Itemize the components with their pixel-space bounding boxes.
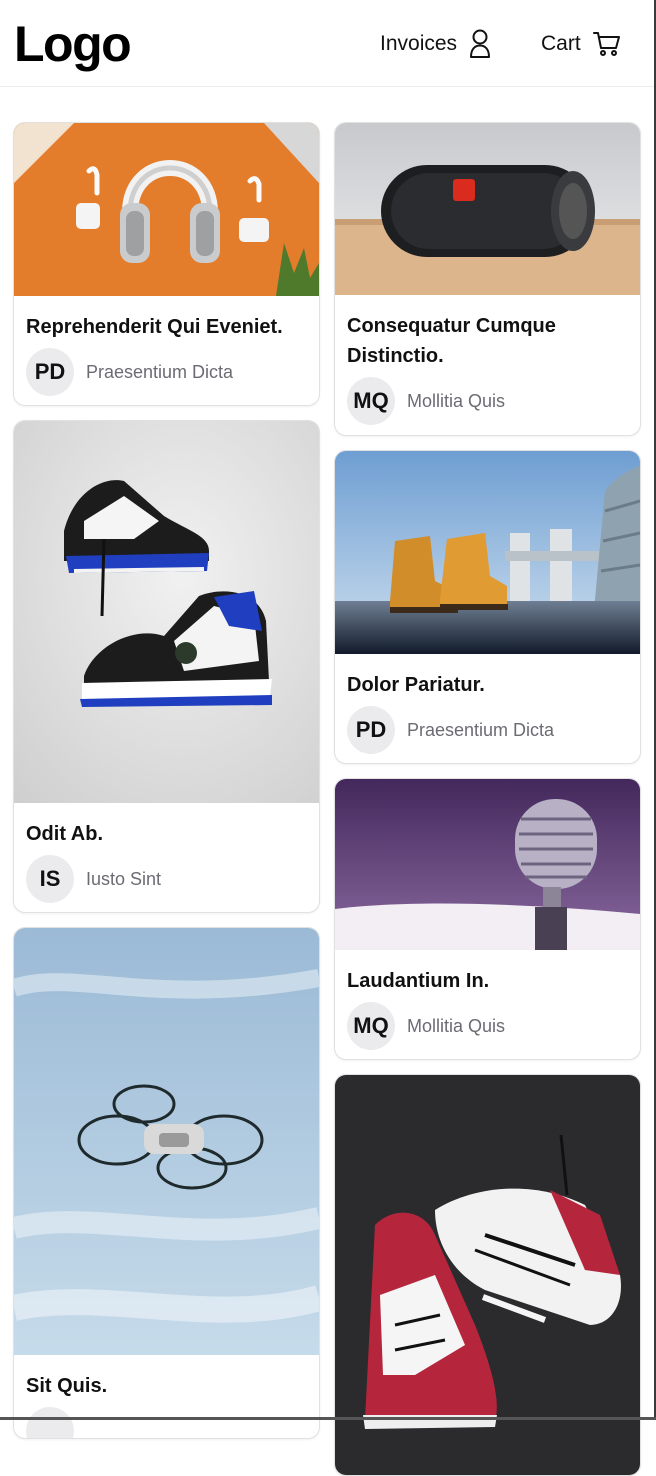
avatar[interactable] bbox=[26, 1407, 74, 1438]
product-title[interactable]: Consequatur Cumque Distinctio. bbox=[347, 311, 628, 371]
product-card[interactable]: Consequatur Cumque Distinctio. MQ Mollit… bbox=[334, 122, 641, 436]
avatar[interactable]: PD bbox=[26, 348, 74, 396]
author-name[interactable]: Mollitia Quis bbox=[407, 1016, 505, 1037]
product-card[interactable]: Reprehenderit Qui Eveniet. PD Praesentiu… bbox=[13, 122, 320, 406]
avatar[interactable]: MQ bbox=[347, 377, 395, 425]
product-image bbox=[335, 1075, 640, 1475]
product-card[interactable]: Laudantium In. MQ Mollitia Quis bbox=[334, 778, 641, 1060]
product-image bbox=[14, 928, 319, 1355]
product-title[interactable]: Sit Quis. bbox=[26, 1371, 307, 1401]
cart-link[interactable]: Cart bbox=[541, 26, 621, 62]
avatar[interactable]: IS bbox=[26, 855, 74, 903]
product-card[interactable]: Sit Quis. bbox=[13, 927, 320, 1439]
author-row: IS Iusto Sint bbox=[26, 855, 307, 903]
cart-label: Cart bbox=[541, 32, 581, 55]
product-title[interactable]: Odit Ab. bbox=[26, 819, 307, 849]
author-name[interactable]: Praesentium Dicta bbox=[86, 362, 233, 383]
app-header: Logo Invoices Cart bbox=[0, 0, 654, 87]
author-row: MQ Mollitia Quis bbox=[347, 377, 628, 425]
author-name[interactable]: Iusto Sint bbox=[86, 869, 161, 890]
logo[interactable]: Logo bbox=[14, 14, 132, 74]
product-image bbox=[335, 123, 640, 295]
product-image bbox=[335, 451, 640, 654]
invoices-label: Invoices bbox=[380, 32, 458, 55]
product-title[interactable]: Laudantium In. bbox=[347, 966, 628, 996]
invoices-link[interactable]: Invoices bbox=[380, 26, 491, 62]
avatar[interactable]: PD bbox=[347, 706, 395, 754]
product-image bbox=[14, 123, 319, 296]
product-title[interactable]: Reprehenderit Qui Eveniet. bbox=[26, 312, 307, 342]
product-card[interactable]: Dolor Pariatur. PD Praesentium Dicta bbox=[334, 450, 641, 764]
product-image bbox=[14, 421, 319, 803]
product-card[interactable] bbox=[334, 1074, 641, 1476]
product-image bbox=[335, 779, 640, 950]
product-title[interactable]: Dolor Pariatur. bbox=[347, 670, 628, 700]
author-name[interactable]: Praesentium Dicta bbox=[407, 720, 554, 741]
author-name[interactable]: Mollitia Quis bbox=[407, 391, 505, 412]
author-row: PD Praesentium Dicta bbox=[347, 706, 628, 754]
author-row: MQ Mollitia Quis bbox=[347, 1002, 628, 1050]
product-card[interactable]: Odit Ab. IS Iusto Sint bbox=[13, 420, 320, 913]
avatar[interactable]: MQ bbox=[347, 1002, 395, 1050]
shopping-cart-icon bbox=[592, 31, 621, 57]
user-icon bbox=[469, 29, 491, 59]
author-row bbox=[26, 1407, 307, 1438]
author-row: PD Praesentium Dicta bbox=[26, 348, 307, 396]
